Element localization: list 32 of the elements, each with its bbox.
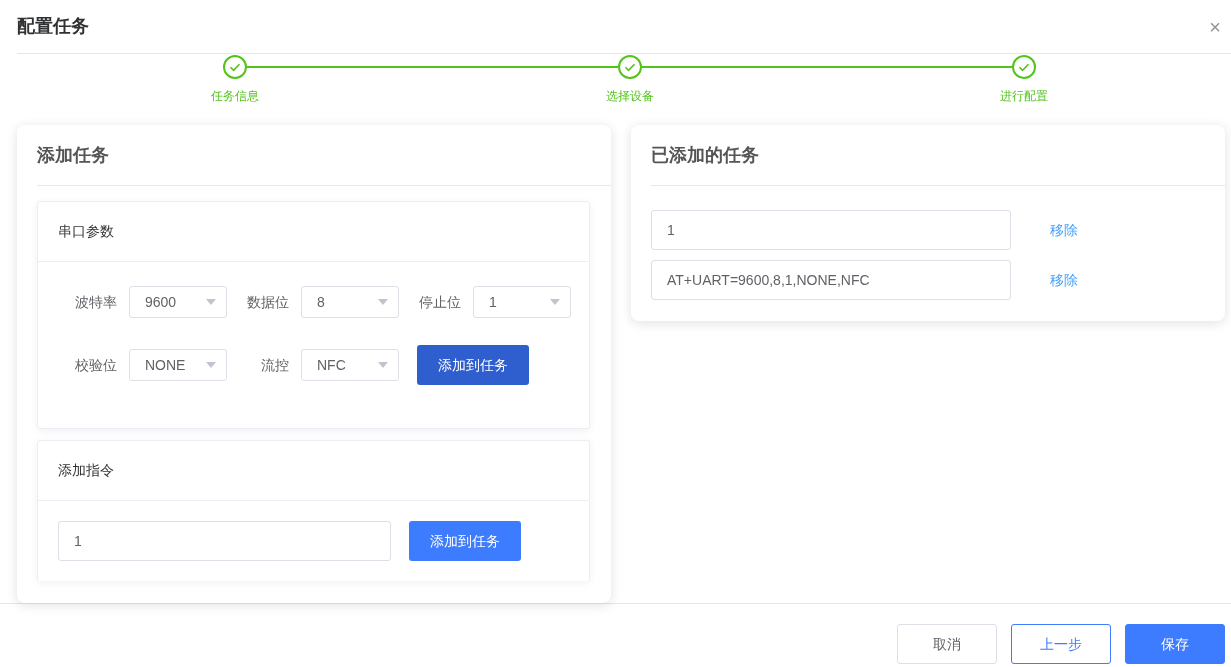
panel-title: 已添加的任务 <box>651 125 1225 186</box>
caret-icon <box>206 299 216 305</box>
caret-icon <box>206 362 216 368</box>
field-label: 停止位 <box>418 292 462 312</box>
command-input[interactable]: 1 <box>58 521 391 561</box>
step-label: 进行配置 <box>1000 88 1048 105</box>
task-input[interactable]: 1 <box>651 210 1011 250</box>
select-field[interactable]: 8 <box>301 286 399 318</box>
card-title: 添加指令 <box>38 441 589 501</box>
caret-icon <box>550 299 560 305</box>
field-label: 流控 <box>260 355 290 375</box>
caret-icon <box>378 362 388 368</box>
add-to-task-button[interactable]: 添加到任务 <box>409 521 521 561</box>
select-field[interactable]: 1 <box>473 286 571 318</box>
footer-button[interactable]: 取消 <box>897 624 997 664</box>
add-to-task-button[interactable]: 添加到任务 <box>417 345 529 385</box>
footer-button[interactable]: 保存 <box>1125 624 1225 664</box>
panel-title: 添加任务 <box>37 125 611 186</box>
field-label: 数据位 <box>246 292 290 312</box>
task-input[interactable]: AT+UART=9600,8,1,NONE,NFC <box>651 260 1011 300</box>
footer-button[interactable]: 上一步 <box>1011 624 1111 664</box>
select-field[interactable]: 9600 <box>129 286 227 318</box>
dialog-title: 配置任务 <box>17 15 89 38</box>
step-label: 任务信息 <box>211 88 259 105</box>
caret-icon <box>378 299 388 305</box>
close-button[interactable]: × <box>1205 16 1225 37</box>
field-label: 校验位 <box>74 355 118 375</box>
select-field[interactable]: NFC <box>301 349 399 381</box>
field-label: 波特率 <box>74 292 118 312</box>
card-title: 串口参数 <box>38 202 589 262</box>
select-field[interactable]: NONE <box>129 349 227 381</box>
step-label: 选择设备 <box>605 88 654 105</box>
